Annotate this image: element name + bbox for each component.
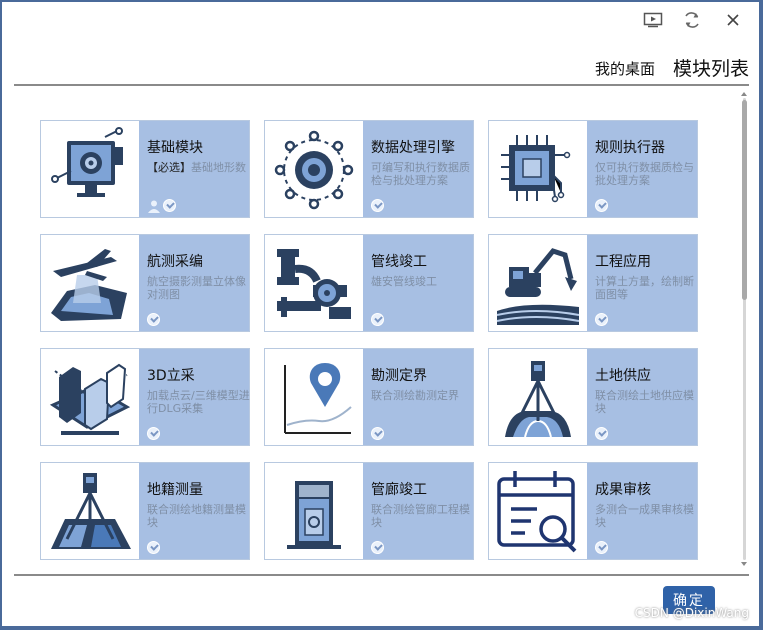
module-name: 基础模块 xyxy=(147,140,203,156)
module-name: 管廊竣工 xyxy=(371,482,427,498)
check-icon[interactable] xyxy=(595,199,608,212)
computer-gear-icon xyxy=(41,121,139,217)
module-card-pipeline-completion[interactable]: 管线竣工 雄安管线竣工 xyxy=(264,234,474,332)
vertical-scrollbar[interactable] xyxy=(741,92,748,566)
module-name: 管线竣工 xyxy=(371,254,427,270)
chip-icon xyxy=(489,121,587,217)
module-desc: 联合测绘勘测定界 xyxy=(371,389,459,402)
module-desc: 多测合一成果审核模块 xyxy=(595,503,694,529)
check-icon[interactable] xyxy=(371,199,384,212)
module-window: 我的桌面 模块列表 基础模块 【必选】基础地形数 数据处理引擎 可编写和执行数据… xyxy=(2,2,759,626)
module-desc: 联合测绘土地供应模块 xyxy=(595,389,694,415)
module-panel: 勘测定界 联合测绘勘测定界 xyxy=(363,349,473,445)
module-card-land-supply[interactable]: 土地供应 联合测绘土地供应模块 xyxy=(488,348,698,446)
module-name: 勘测定界 xyxy=(371,368,427,384)
module-desc-text: 基础地形数 xyxy=(191,161,246,174)
module-panel: 管廊竣工 联合测绘管廊工程模块 xyxy=(363,463,473,559)
module-panel: 航测采编 航空摄影测量立体像对测图 xyxy=(139,235,249,331)
module-panel: 地籍测量 联合测绘地籍测量模块 xyxy=(139,463,249,559)
module-panel: 规则执行器 仅可执行数据质检与批处理方案 xyxy=(587,121,697,217)
pipeline-valve-icon xyxy=(265,235,363,331)
module-list: 基础模块 【必选】基础地形数 数据处理引擎 可编写和执行数据质检与批处理方案 规… xyxy=(14,92,736,566)
module-name: 土地供应 xyxy=(595,368,651,384)
check-icon[interactable] xyxy=(147,427,160,440)
check-icon[interactable] xyxy=(371,427,384,440)
module-name: 成果审核 xyxy=(595,482,651,498)
excavator-icon xyxy=(489,235,587,331)
module-card-cadastral-survey[interactable]: 地籍测量 联合测绘地籍测量模块 xyxy=(40,462,250,560)
total-station-parcel-icon xyxy=(41,463,139,559)
location-pin-icon xyxy=(265,349,363,445)
check-icon[interactable] xyxy=(595,313,608,326)
utility-tunnel-icon xyxy=(265,463,363,559)
calendar-search-icon xyxy=(489,463,587,559)
module-name: 规则执行器 xyxy=(595,140,665,156)
module-card-basic[interactable]: 基础模块 【必选】基础地形数 xyxy=(40,120,250,218)
gear-network-icon xyxy=(265,121,363,217)
drone-terrain-icon xyxy=(41,235,139,331)
module-name: 数据处理引擎 xyxy=(371,140,455,156)
module-panel: 土地供应 联合测绘土地供应模块 xyxy=(587,349,697,445)
module-desc: 雄安管线竣工 xyxy=(371,275,437,288)
total-station-road-icon xyxy=(489,349,587,445)
refresh-icon[interactable] xyxy=(681,10,703,30)
module-panel: 工程应用 计算土方量，绘制断面图等 xyxy=(587,235,697,331)
top-divider xyxy=(14,84,749,86)
module-card-3d-collection[interactable]: 3D立采 加载点云/三维模型进行DLG采集 xyxy=(40,348,250,446)
module-card-engineering[interactable]: 工程应用 计算土方量，绘制断面图等 xyxy=(488,234,698,332)
required-tag: 【必选】 xyxy=(147,161,191,174)
play-icon[interactable] xyxy=(642,10,664,30)
module-card-data-engine[interactable]: 数据处理引擎 可编写和执行数据质检与批处理方案 xyxy=(264,120,474,218)
module-desc: 加载点云/三维模型进行DLG采集 xyxy=(147,389,250,415)
tab-bar: 我的桌面 模块列表 xyxy=(595,54,749,81)
module-card-aerial-survey[interactable]: 航测采编 航空摄影测量立体像对测图 xyxy=(40,234,250,332)
bottom-divider xyxy=(14,574,749,576)
3d-buildings-icon xyxy=(41,349,139,445)
module-desc: 联合测绘管廊工程模块 xyxy=(371,503,470,529)
check-icon[interactable] xyxy=(147,313,160,326)
module-desc: 仅可执行数据质检与批处理方案 xyxy=(595,161,694,187)
check-icon[interactable] xyxy=(371,313,384,326)
module-panel: 3D立采 加载点云/三维模型进行DLG采集 xyxy=(139,349,250,445)
scroll-thumb[interactable] xyxy=(742,100,747,300)
module-card-tunnel-completion[interactable]: 管廊竣工 联合测绘管廊工程模块 xyxy=(264,462,474,560)
module-desc: 计算土方量，绘制断面图等 xyxy=(595,275,694,301)
tab-module-list[interactable]: 模块列表 xyxy=(673,54,749,81)
module-name: 地籍测量 xyxy=(147,482,203,498)
module-desc: 航空摄影测量立体像对测图 xyxy=(147,275,246,301)
module-panel: 管线竣工 雄安管线竣工 xyxy=(363,235,473,331)
scroll-up-arrow-icon[interactable] xyxy=(741,92,747,96)
module-card-boundary-survey[interactable]: 勘测定界 联合测绘勘测定界 xyxy=(264,348,474,446)
module-panel: 成果审核 多测合一成果审核模块 xyxy=(587,463,697,559)
module-desc: 可编写和执行数据质检与批处理方案 xyxy=(371,161,470,187)
user-icon xyxy=(148,200,160,213)
close-icon[interactable] xyxy=(722,10,744,30)
module-panel: 基础模块 【必选】基础地形数 xyxy=(139,121,249,217)
module-card-rule-executor[interactable]: 规则执行器 仅可执行数据质检与批处理方案 xyxy=(488,120,698,218)
check-icon[interactable] xyxy=(595,427,608,440)
check-icon[interactable] xyxy=(595,541,608,554)
check-icon[interactable] xyxy=(163,199,176,212)
module-panel: 数据处理引擎 可编写和执行数据质检与批处理方案 xyxy=(363,121,473,217)
scroll-down-arrow-icon[interactable] xyxy=(741,562,747,566)
check-icon[interactable] xyxy=(147,541,160,554)
module-name: 3D立采 xyxy=(147,368,195,384)
module-desc: 【必选】基础地形数 xyxy=(147,161,251,174)
check-icon[interactable] xyxy=(371,541,384,554)
tab-my-desktop[interactable]: 我的桌面 xyxy=(595,58,655,81)
module-desc: 联合测绘地籍测量模块 xyxy=(147,503,246,529)
module-card-result-review[interactable]: 成果审核 多测合一成果审核模块 xyxy=(488,462,698,560)
module-name: 航测采编 xyxy=(147,254,203,270)
module-name: 工程应用 xyxy=(595,254,651,270)
watermark: CSDN @DixinWang xyxy=(634,606,749,620)
